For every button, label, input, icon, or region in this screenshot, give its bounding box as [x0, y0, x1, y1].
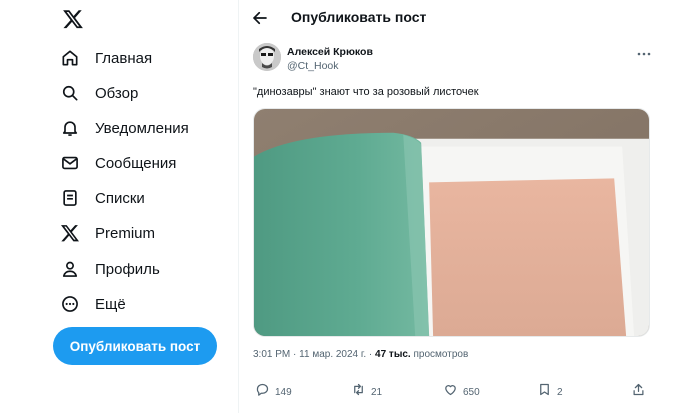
tweet-text: "динозавры" знают что за розовый листоче…: [253, 86, 479, 98]
home-icon: [60, 48, 80, 68]
tweet-photo[interactable]: [253, 108, 650, 337]
nav-label-notifications: Уведомления: [95, 119, 189, 137]
bookmark-button[interactable]: 2: [537, 383, 563, 401]
tweet-actions: 149 21 650 2: [253, 383, 650, 401]
repost-icon: [351, 382, 366, 402]
like-button[interactable]: 650: [443, 383, 480, 401]
nav-label-explore: Обзор: [95, 84, 139, 102]
envelope-icon: [60, 153, 80, 173]
reply-count: 149: [275, 386, 292, 398]
bell-icon: [60, 118, 80, 138]
sidebar: Главная Обзор Уведомления Сообщения Спис…: [0, 0, 238, 413]
search-icon: [60, 83, 80, 103]
main-column: Опубликовать пост Алексей Крюков @Ct_Hoo…: [238, 0, 666, 413]
share-button[interactable]: [631, 383, 646, 401]
author-handle[interactable]: @Ct_Hook: [287, 60, 339, 72]
back-arrow-icon[interactable]: [251, 9, 269, 27]
more-options-icon[interactable]: [636, 45, 652, 56]
bookmark-count: 2: [557, 386, 563, 398]
views-label: просмотров: [413, 349, 469, 360]
meta-separator: ·: [368, 349, 373, 360]
x-premium-icon: [60, 223, 80, 243]
like-count: 650: [463, 386, 480, 398]
views-count: 47 тыс.: [375, 349, 411, 360]
reply-icon: [255, 382, 270, 402]
avatar[interactable]: [253, 43, 281, 71]
tweet-time[interactable]: 3:01 PM: [253, 349, 290, 360]
page-header: Опубликовать пост: [239, 0, 667, 36]
nav-item-profile[interactable]: Профиль: [60, 256, 160, 282]
repost-button[interactable]: 21: [351, 383, 382, 401]
tweet-meta: 3:01 PM · 11 мар. 2024 г. · 47 тыс. прос…: [253, 349, 468, 360]
page-title: Опубликовать пост: [291, 9, 427, 25]
nav-item-notifications[interactable]: Уведомления: [60, 115, 189, 141]
tweet-date[interactable]: 11 мар. 2024 г.: [299, 349, 366, 360]
repost-count: 21: [371, 386, 383, 398]
post-button[interactable]: Опубликовать пост: [53, 327, 217, 365]
nav-item-lists[interactable]: Списки: [60, 185, 145, 211]
nav-label-messages: Сообщения: [95, 154, 177, 172]
person-icon: [60, 259, 80, 279]
nav-item-more[interactable]: Ещё: [60, 291, 126, 317]
x-logo-icon[interactable]: [62, 8, 84, 30]
nav-label-home: Главная: [95, 49, 153, 67]
nav-item-explore[interactable]: Обзор: [60, 80, 138, 106]
nav-item-home[interactable]: Главная: [60, 45, 152, 71]
bookmark-icon: [537, 382, 552, 402]
nav-label-premium: Premium: [95, 224, 156, 242]
meta-separator: ·: [293, 349, 297, 360]
more-circle-icon: [60, 294, 80, 314]
nav-item-premium[interactable]: Premium: [60, 220, 155, 246]
list-icon: [60, 188, 80, 208]
reply-button[interactable]: 149: [255, 383, 292, 401]
nav-label-more: Ещё: [95, 295, 126, 313]
nav-label-lists: Списки: [95, 189, 145, 207]
heart-icon: [443, 382, 458, 402]
author-name[interactable]: Алексей Крюков: [287, 46, 373, 58]
nav-item-messages[interactable]: Сообщения: [60, 150, 176, 176]
share-icon: [631, 382, 646, 402]
nav-label-profile: Профиль: [95, 260, 160, 278]
